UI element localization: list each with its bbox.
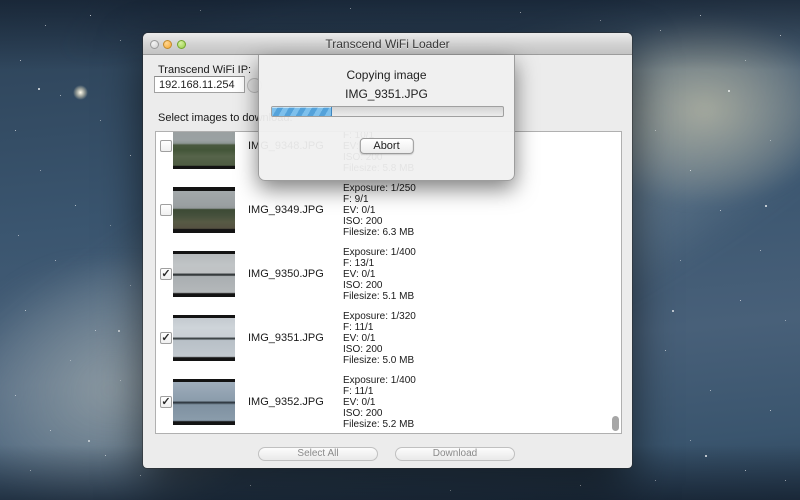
dialog-filename: IMG_9351.JPG [259,87,514,101]
list-item[interactable]: ✓ IMG_9350.JPG Exposure: 1/400 F: 13/1 E… [156,242,621,306]
exif-iso: ISO: 200 [343,280,416,291]
image-filename: IMG_9351.JPG [248,332,343,344]
exif-f: F: 11/1 [343,322,416,333]
copy-progress-dialog: Copying image IMG_9351.JPG Abort [258,55,515,181]
app-window: Transcend WiFi Loader Transcend WiFi IP:… [143,33,632,468]
exif-filesize: Filesize: 5.2 MB [343,419,416,430]
window-title: Transcend WiFi Loader [143,37,632,51]
select-all-button[interactable]: Select All [258,447,378,461]
list-item[interactable]: IMG_9349.JPG Exposure: 1/250 F: 9/1 EV: … [156,178,621,242]
exif-info: Exposure: 1/320 F: 11/1 EV: 0/1 ISO: 200… [343,311,416,366]
checkbox[interactable] [160,204,172,216]
list-item[interactable]: ✓ IMG_9352.JPG Exposure: 1/400 F: 11/1 E… [156,370,621,434]
exif-filesize: Filesize: 5.0 MB [343,355,416,366]
exif-ev: EV: 0/1 [343,333,416,344]
exif-info: Exposure: 1/250 F: 9/1 EV: 0/1 ISO: 200 … [343,183,416,238]
ip-field-label: Transcend WiFi IP: [158,64,251,76]
exif-iso: ISO: 200 [343,344,416,355]
image-filename: IMG_9350.JPG [248,268,343,280]
exif-ev: EV: 0/1 [343,205,416,216]
exif-exposure: Exposure: 1/400 [343,375,416,386]
image-thumbnail [173,251,235,297]
star-field-big [0,0,2,2]
bright-star [73,85,88,100]
title-bar[interactable]: Transcend WiFi Loader [143,33,632,55]
image-thumbnail [173,315,235,361]
exif-filesize: Filesize: 5.1 MB [343,291,416,302]
exif-exposure: Exposure: 1/320 [343,311,416,322]
download-button[interactable]: Download [395,447,515,461]
checkbox[interactable]: ✓ [160,268,172,280]
scrollbar-thumb[interactable] [612,416,619,431]
checkbox[interactable] [160,140,172,152]
exif-info: Exposure: 1/400 F: 11/1 EV: 0/1 ISO: 200… [343,375,416,430]
exif-filesize: Filesize: 6.3 MB [343,227,416,238]
abort-button[interactable]: Abort [359,138,413,154]
progress-bar [271,106,504,117]
image-thumbnail [173,187,235,233]
image-filename: IMG_9349.JPG [248,204,343,216]
progress-bar-fill [272,107,332,116]
ip-input[interactable] [154,76,245,93]
checkbox[interactable]: ✓ [160,396,172,408]
exif-info: Exposure: 1/400 F: 13/1 EV: 0/1 ISO: 200… [343,247,416,302]
list-item[interactable]: ✓ IMG_9351.JPG Exposure: 1/320 F: 11/1 E… [156,306,621,370]
exif-f: F: 11/1 [343,386,416,397]
exif-iso: ISO: 200 [343,408,416,419]
checkbox[interactable]: ✓ [160,332,172,344]
exif-f: F: 13/1 [343,258,416,269]
dialog-title: Copying image [259,68,514,82]
exif-exposure: Exposure: 1/400 [343,247,416,258]
exif-ev: EV: 0/1 [343,269,416,280]
exif-f: F: 9/1 [343,194,416,205]
exif-ev: EV: 0/1 [343,397,416,408]
exif-iso: ISO: 200 [343,216,416,227]
image-thumbnail [173,131,235,169]
exif-exposure: Exposure: 1/250 [343,183,416,194]
image-filename: IMG_9352.JPG [248,396,343,408]
image-thumbnail [173,379,235,425]
